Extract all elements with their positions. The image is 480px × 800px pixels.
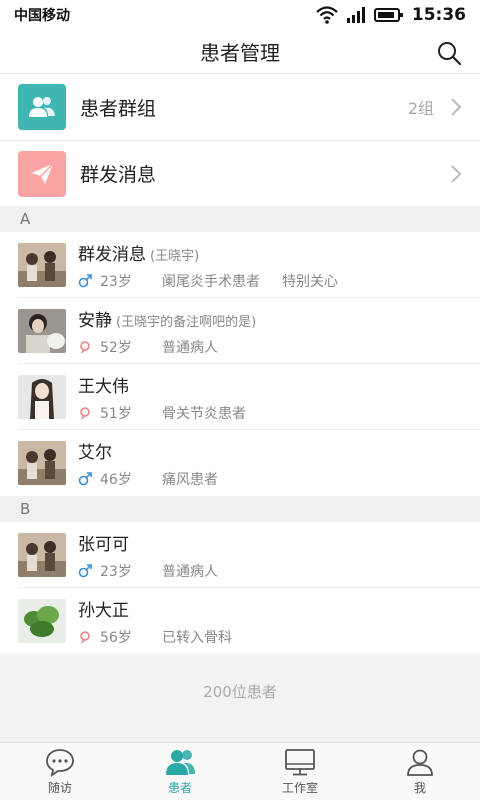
patient-age: 51岁 [100, 405, 132, 422]
section-header-b: B [0, 496, 480, 522]
tab-followup-label: 随访 [47, 781, 72, 795]
user-icon [407, 749, 433, 776]
list-item[interactable]: 王大伟 51岁 骨关节炎患者 [0, 364, 480, 430]
broadcast-message-row[interactable]: 群发消息 [0, 140, 480, 206]
patient-name: 安静 [78, 310, 112, 331]
patient-tag: 已转入骨科 [162, 629, 232, 646]
patient-name: 张可可 [78, 534, 129, 555]
patient-tag: 普通病人 [162, 563, 218, 580]
patient-age: 52岁 [100, 339, 132, 356]
list-item[interactable]: 安静 (王晓宇的备注啊吧的是) 52岁 普通病人 [0, 298, 480, 364]
tab-patients[interactable]: 患者 [120, 743, 240, 800]
tab-followup[interactable]: 随访 [0, 743, 120, 800]
patient-tag: 特别关心 [282, 273, 338, 290]
avatar [18, 375, 66, 419]
wifi-icon [316, 6, 338, 24]
bottom-tab-bar: 随访 患者 工作室 我 [0, 742, 480, 800]
list-item[interactable]: 张可可 23岁 普通病人 [0, 522, 480, 588]
patient-groups-row[interactable]: 患者群组 2组 [0, 74, 480, 140]
patient-tag: 阑尾炎手术患者 [162, 273, 260, 290]
patient-tag: 痛风患者 [162, 471, 218, 488]
list-item[interactable]: 孙大正 56岁 已转入骨科 [0, 588, 480, 654]
avatar [18, 599, 66, 643]
patient-name: 群发消息 [78, 244, 146, 265]
avatar [18, 243, 66, 287]
list-item[interactable]: 群发消息 (王晓宇) 23岁 阑尾炎手术患者 特别关心 [0, 232, 480, 298]
tab-patients-label: 患者 [167, 781, 192, 795]
chevron-right-icon [451, 98, 462, 116]
avatar [18, 533, 66, 577]
page-title: 患者管理 [200, 41, 280, 65]
patient-note: (王晓宇) [150, 248, 200, 264]
female-icon [80, 630, 90, 643]
chevron-right-icon [451, 164, 462, 183]
patient-total: 200位患者 [0, 660, 480, 722]
status-bar: 中国移动 15:36 [0, 0, 480, 30]
patient-age: 23岁 [100, 563, 132, 580]
avatar [18, 309, 66, 353]
patient-note: (王晓宇的备注啊吧的是) [116, 314, 257, 330]
clock: 15:36 [411, 5, 466, 25]
male-icon [78, 563, 92, 577]
group-count: 2组 [407, 99, 434, 118]
patient-name: 王大伟 [78, 376, 129, 397]
patient-age: 23岁 [100, 273, 132, 290]
tab-studio[interactable]: 工作室 [240, 743, 360, 800]
patient-tag: 普通病人 [162, 339, 218, 356]
people-icon [18, 84, 66, 130]
female-icon [80, 340, 90, 353]
list-item[interactable]: 艾尔 46岁 痛风患者 [0, 430, 480, 496]
tab-me-label: 我 [413, 781, 426, 795]
patient-name: 艾尔 [78, 442, 112, 463]
battery-icon [373, 8, 403, 22]
nav-bar: 患者管理 [0, 30, 480, 74]
broadcast-message-label: 群发消息 [80, 164, 157, 186]
search-icon[interactable] [436, 40, 462, 66]
section-header-a: A [0, 206, 480, 232]
patient-age: 46岁 [100, 471, 132, 488]
tab-me[interactable]: 我 [360, 743, 480, 800]
male-icon [78, 471, 92, 485]
send-icon [18, 150, 66, 197]
monitor-icon [285, 749, 315, 776]
patient-groups-label: 患者群组 [80, 97, 157, 120]
patients-icon [166, 750, 195, 775]
status-icons: 15:36 [316, 5, 466, 25]
avatar [18, 441, 66, 485]
female-icon [80, 406, 90, 419]
male-icon [78, 273, 92, 287]
patient-tag: 骨关节炎患者 [162, 405, 246, 422]
patient-age: 56岁 [100, 629, 132, 646]
signal-icon [346, 7, 365, 23]
chat-bubble-icon [46, 749, 74, 777]
tab-studio-label: 工作室 [281, 781, 318, 795]
carrier-label: 中国移动 [14, 8, 70, 24]
patient-name: 孙大正 [78, 600, 129, 621]
